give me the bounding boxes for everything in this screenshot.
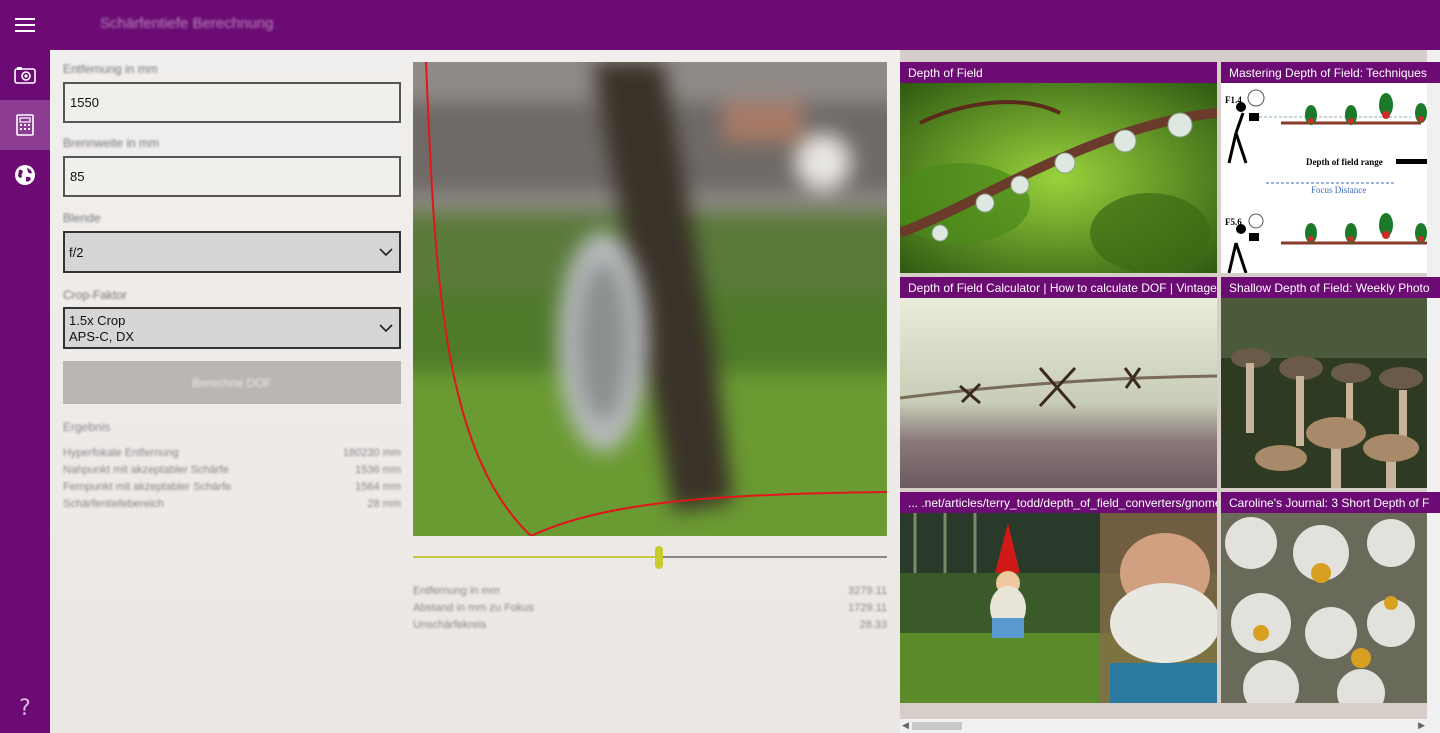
tile-caption: Caroline's Journal: 3 Short Depth of F (1221, 492, 1440, 513)
distance-input[interactable] (63, 82, 401, 123)
aperture-value: f/2 (69, 245, 84, 260)
result-row: Hyperfokale Entfernung 180230 mm (63, 447, 401, 459)
slider-track-filled (413, 556, 659, 558)
tile-image-dof-diagram: F1.4 Depth of field range Focus Distance… (1221, 83, 1440, 273)
chevron-down-icon (379, 245, 393, 260)
result-row: Nahpunkt mit akzeptabler Schärfe 1536 mm (63, 464, 401, 476)
calculate-dof-button[interactable]: Berechne DOF (63, 361, 401, 404)
tile-caption: ... .net/articles/terry_todd/depth_of_fi… (900, 492, 1217, 513)
far-limit-curve (530, 491, 887, 536)
scrollbar-thumb[interactable] (912, 722, 962, 730)
tile-image-daisies (1221, 513, 1440, 703)
info-row: Abstand in mm zu Fokus 1729.11 (413, 602, 887, 614)
tile-caption: Mastering Depth of Field: Techniques (1221, 62, 1440, 83)
vertical-scrollbar[interactable] (1427, 50, 1440, 733)
slider-thumb[interactable] (655, 546, 663, 569)
info-row: Entfernung in mm 3279.11 (413, 585, 887, 597)
gallery-tile[interactable]: Depth of Field (900, 62, 1217, 273)
globe-icon (14, 164, 36, 186)
image-gallery: Depth of Field Mastering Depth of Field:… (900, 50, 1440, 733)
focal-length-label: Brennweite in mm (63, 136, 160, 150)
dof-curve-chart (425, 62, 887, 536)
dof-preview-image (413, 62, 887, 536)
tile-image-barbed-wire (900, 298, 1217, 488)
gallery-tile[interactable]: Mastering Depth of Field: Techniques F1.… (1221, 62, 1440, 273)
near-limit-curve (425, 62, 532, 536)
tile-image-garden-gnomes (900, 513, 1217, 703)
title-bar: Schärfentiefe Berechnung (0, 0, 1440, 50)
camera-icon (13, 65, 37, 85)
svg-text:Focus Distance: Focus Distance (1311, 185, 1366, 195)
tile-caption: Shallow Depth of Field: Weekly Photo (1221, 277, 1440, 298)
calculator-icon (16, 114, 34, 136)
tile-image-droplets (900, 83, 1217, 273)
distance-slider[interactable] (413, 546, 887, 570)
info-row: Unschärfekreis 28.33 (413, 619, 887, 631)
crop-factor-value: 1.5x Crop APS-C, DX (69, 313, 135, 344)
svg-text:Depth of field range: Depth of field range (1306, 157, 1383, 167)
slider-track (659, 556, 887, 558)
hamburger-menu-icon[interactable] (0, 0, 50, 50)
crop-factor-select[interactable]: 1.5x Crop APS-C, DX (63, 307, 401, 349)
sidebar-item-calculator[interactable] (0, 100, 50, 150)
distance-label: Entfernung in mm (63, 62, 158, 76)
chevron-down-icon (379, 321, 393, 336)
horizontal-scrollbar[interactable]: ◀ ▶ (900, 719, 1427, 733)
tile-caption: Depth of Field (900, 62, 1217, 83)
aperture-label: Blende (63, 211, 101, 225)
help-icon[interactable]: ? (0, 690, 50, 726)
sidebar-nav: ? (0, 50, 50, 733)
result-row: Fernpunkt mit akzeptabler Schärfe 1564 mm (63, 481, 401, 493)
gallery-tile[interactable]: Shallow Depth of Field: Weekly Photo (1221, 277, 1440, 488)
results-title: Ergebnis (63, 420, 111, 434)
gallery-tile[interactable]: Depth of Field Calculator | How to calcu… (900, 277, 1217, 488)
gallery-tile[interactable]: Caroline's Journal: 3 Short Depth of F (1221, 492, 1440, 703)
focal-length-input[interactable] (63, 156, 401, 197)
tile-caption: Depth of Field Calculator | How to calcu… (900, 277, 1217, 298)
result-row: Schärfentiefebereich 28 mm (63, 498, 401, 510)
tile-image-mushrooms (1221, 298, 1440, 488)
scroll-left-icon[interactable]: ◀ (902, 720, 909, 731)
scroll-right-icon[interactable]: ▶ (1418, 720, 1425, 731)
sidebar-item-camera[interactable] (0, 50, 50, 100)
crop-factor-label: Crop-Faktor (63, 288, 128, 302)
aperture-select[interactable]: f/2 (63, 231, 401, 273)
calculator-panel: Entfernung in mm Brennweite in mm Blende… (50, 50, 900, 733)
app-title: Schärfentiefe Berechnung (100, 15, 274, 32)
sidebar-item-globe[interactable] (0, 150, 50, 200)
gallery-tile[interactable]: ... .net/articles/terry_todd/depth_of_fi… (900, 492, 1217, 703)
